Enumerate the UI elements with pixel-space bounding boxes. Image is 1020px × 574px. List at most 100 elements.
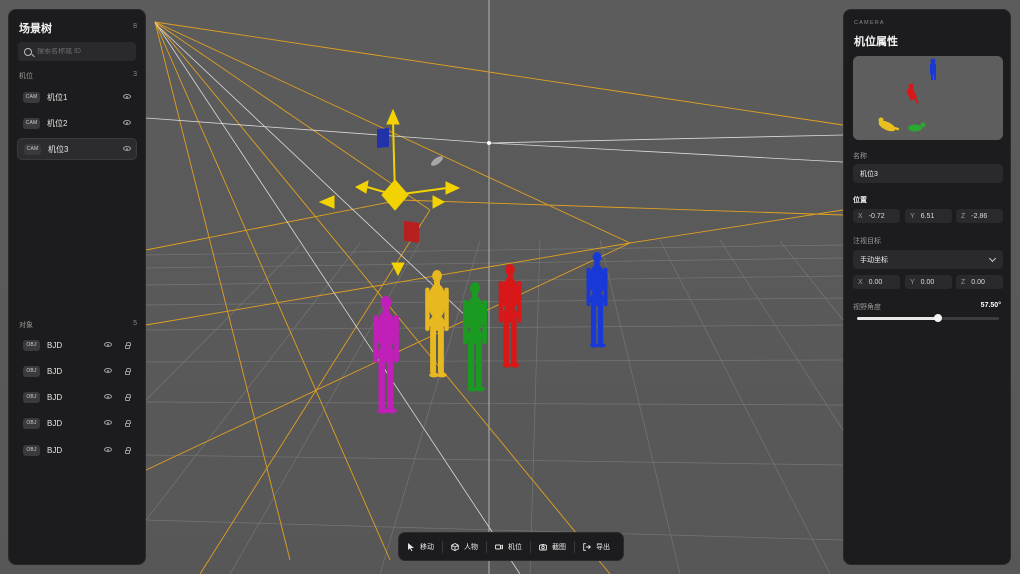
position-y-value: 6.51 [920, 212, 935, 220]
eye-icon[interactable] [104, 420, 112, 425]
chevron-down-icon [988, 254, 997, 263]
lock-icon[interactable] [125, 342, 131, 349]
name-field[interactable]: 机位3 [853, 164, 1003, 183]
search-box[interactable] [18, 42, 136, 61]
camera-item-2[interactable]: CAM 机位2 [17, 112, 137, 134]
target-mode-value: 手动坐标 [860, 256, 888, 264]
fov-label: 视野角度 [853, 304, 881, 311]
object-item-4[interactable]: OBJ BJD [17, 412, 137, 434]
lock-icon[interactable] [125, 447, 131, 454]
toolbar-divider [530, 540, 531, 553]
cam-tag: CAM [24, 143, 41, 155]
search-input[interactable] [37, 48, 127, 55]
axis-y-label: Y [910, 212, 915, 220]
camera-body-blue [377, 127, 389, 149]
lock-icon[interactable] [125, 368, 131, 375]
fov-slider[interactable] [857, 314, 999, 322]
eye-icon[interactable] [104, 368, 112, 373]
fov-slider-fill [857, 317, 938, 320]
object-item-1[interactable]: OBJ BJD [17, 334, 137, 356]
position-z-value: -2.86 [971, 212, 988, 220]
cameras-section-count: 3 [133, 71, 137, 78]
scene-tree-panel: 场景树 8 机位 3 CAM 机位1 CAM 机位2 CAM 机位3 对象 5 … [8, 9, 146, 565]
position-y-field[interactable]: Y 6.51 [905, 209, 952, 223]
cam-tag: CAM [23, 117, 40, 129]
target-z-field[interactable]: Z 0.00 [956, 275, 1003, 289]
position-z-field[interactable]: Z -2.86 [956, 209, 1003, 223]
axis-y-label: Y [910, 278, 915, 286]
camera-tool-label: 机位 [508, 543, 522, 551]
obj-tag: OBJ [23, 444, 40, 456]
camera-body-red [404, 220, 419, 243]
position-x-field[interactable]: X -0.72 [853, 209, 900, 223]
move-tool-button[interactable]: 移动 [407, 532, 434, 561]
object-item-5[interactable]: OBJ BJD [17, 439, 137, 461]
fov-slider-handle[interactable] [933, 314, 942, 322]
target-mode-select[interactable]: 手动坐标 [853, 250, 1003, 269]
fov-value: 57.50° [980, 302, 1001, 309]
target-label: 注视目标 [853, 238, 881, 245]
camera-item-label: 机位3 [48, 144, 69, 154]
cameras-section-label: 机位 [19, 73, 33, 80]
object-item-label: BJD [47, 418, 63, 428]
screenshot-tool-button[interactable]: 截图 [539, 532, 566, 561]
object-item-3[interactable]: OBJ BJD [17, 386, 137, 408]
target-x-value: 0.00 [868, 278, 883, 286]
camera-item-3[interactable]: CAM 机位3 [17, 138, 137, 160]
object-item-label: BJD [47, 366, 63, 376]
export-icon [583, 542, 591, 551]
video-camera-icon [495, 544, 503, 549]
toolbar-divider [486, 540, 487, 553]
position-label: 位置 [853, 197, 867, 204]
target-x-field[interactable]: X 0.00 [853, 275, 900, 289]
eye-icon[interactable] [104, 447, 112, 452]
target-y-value: 0.00 [920, 278, 935, 286]
move-tool-label: 移动 [420, 543, 434, 551]
eye-icon[interactable] [104, 342, 112, 347]
eye-icon[interactable] [123, 120, 131, 125]
toolbar-divider [574, 540, 575, 553]
scene-tree-count: 8 [133, 23, 137, 30]
object-item-label: BJD [47, 340, 63, 350]
scene-tree-title: 场景树 [19, 23, 52, 35]
camera-properties-panel: CAMERA 机位属性 名称 机位3 位置 X -0.72 Y 6.51 Z -… [843, 9, 1011, 565]
camera-tool-button[interactable]: 机位 [495, 532, 522, 561]
panel-title: 机位属性 [854, 36, 898, 48]
name-label: 名称 [853, 153, 867, 160]
axis-z-label: Z [961, 278, 966, 286]
objects-section-label: 对象 [19, 322, 33, 329]
screenshot-tool-label: 截图 [552, 543, 566, 551]
figure-tool-label: 人物 [464, 543, 478, 551]
lock-icon[interactable] [125, 420, 131, 427]
obj-tag: OBJ [23, 417, 40, 429]
cam-tag: CAM [23, 91, 40, 103]
axis-x-label: X [858, 212, 863, 220]
object-item-label: BJD [47, 445, 63, 455]
cursor-icon [408, 542, 414, 551]
figure-tool-button[interactable]: 人物 [451, 532, 478, 561]
objects-section-count: 5 [133, 320, 137, 327]
obj-tag: OBJ [23, 391, 40, 403]
axis-z-label: Z [961, 212, 966, 220]
position-x-value: -0.72 [868, 212, 885, 220]
camera-item-label: 机位1 [47, 92, 68, 102]
axis-x-label: X [858, 278, 863, 286]
obj-tag: OBJ [23, 365, 40, 377]
bottom-toolbar: 移动 人物 机位 截图 导出 [398, 532, 624, 561]
search-icon [24, 47, 32, 56]
eye-icon[interactable] [123, 94, 131, 99]
lock-icon[interactable] [125, 394, 131, 401]
export-tool-button[interactable]: 导出 [583, 532, 610, 561]
eye-icon[interactable] [123, 146, 131, 151]
camera-item-1[interactable]: CAM 机位1 [17, 86, 137, 108]
panel-kicker: CAMERA [854, 20, 885, 26]
person-cube-icon [451, 542, 459, 551]
target-z-value: 0.00 [971, 278, 985, 286]
toolbar-divider [442, 540, 443, 553]
export-tool-label: 导出 [596, 543, 610, 551]
camera-item-label: 机位2 [47, 118, 68, 128]
target-y-field[interactable]: Y 0.00 [905, 275, 952, 289]
object-item-2[interactable]: OBJ BJD [17, 360, 137, 382]
eye-icon[interactable] [104, 394, 112, 399]
camera-preview [853, 56, 1003, 140]
